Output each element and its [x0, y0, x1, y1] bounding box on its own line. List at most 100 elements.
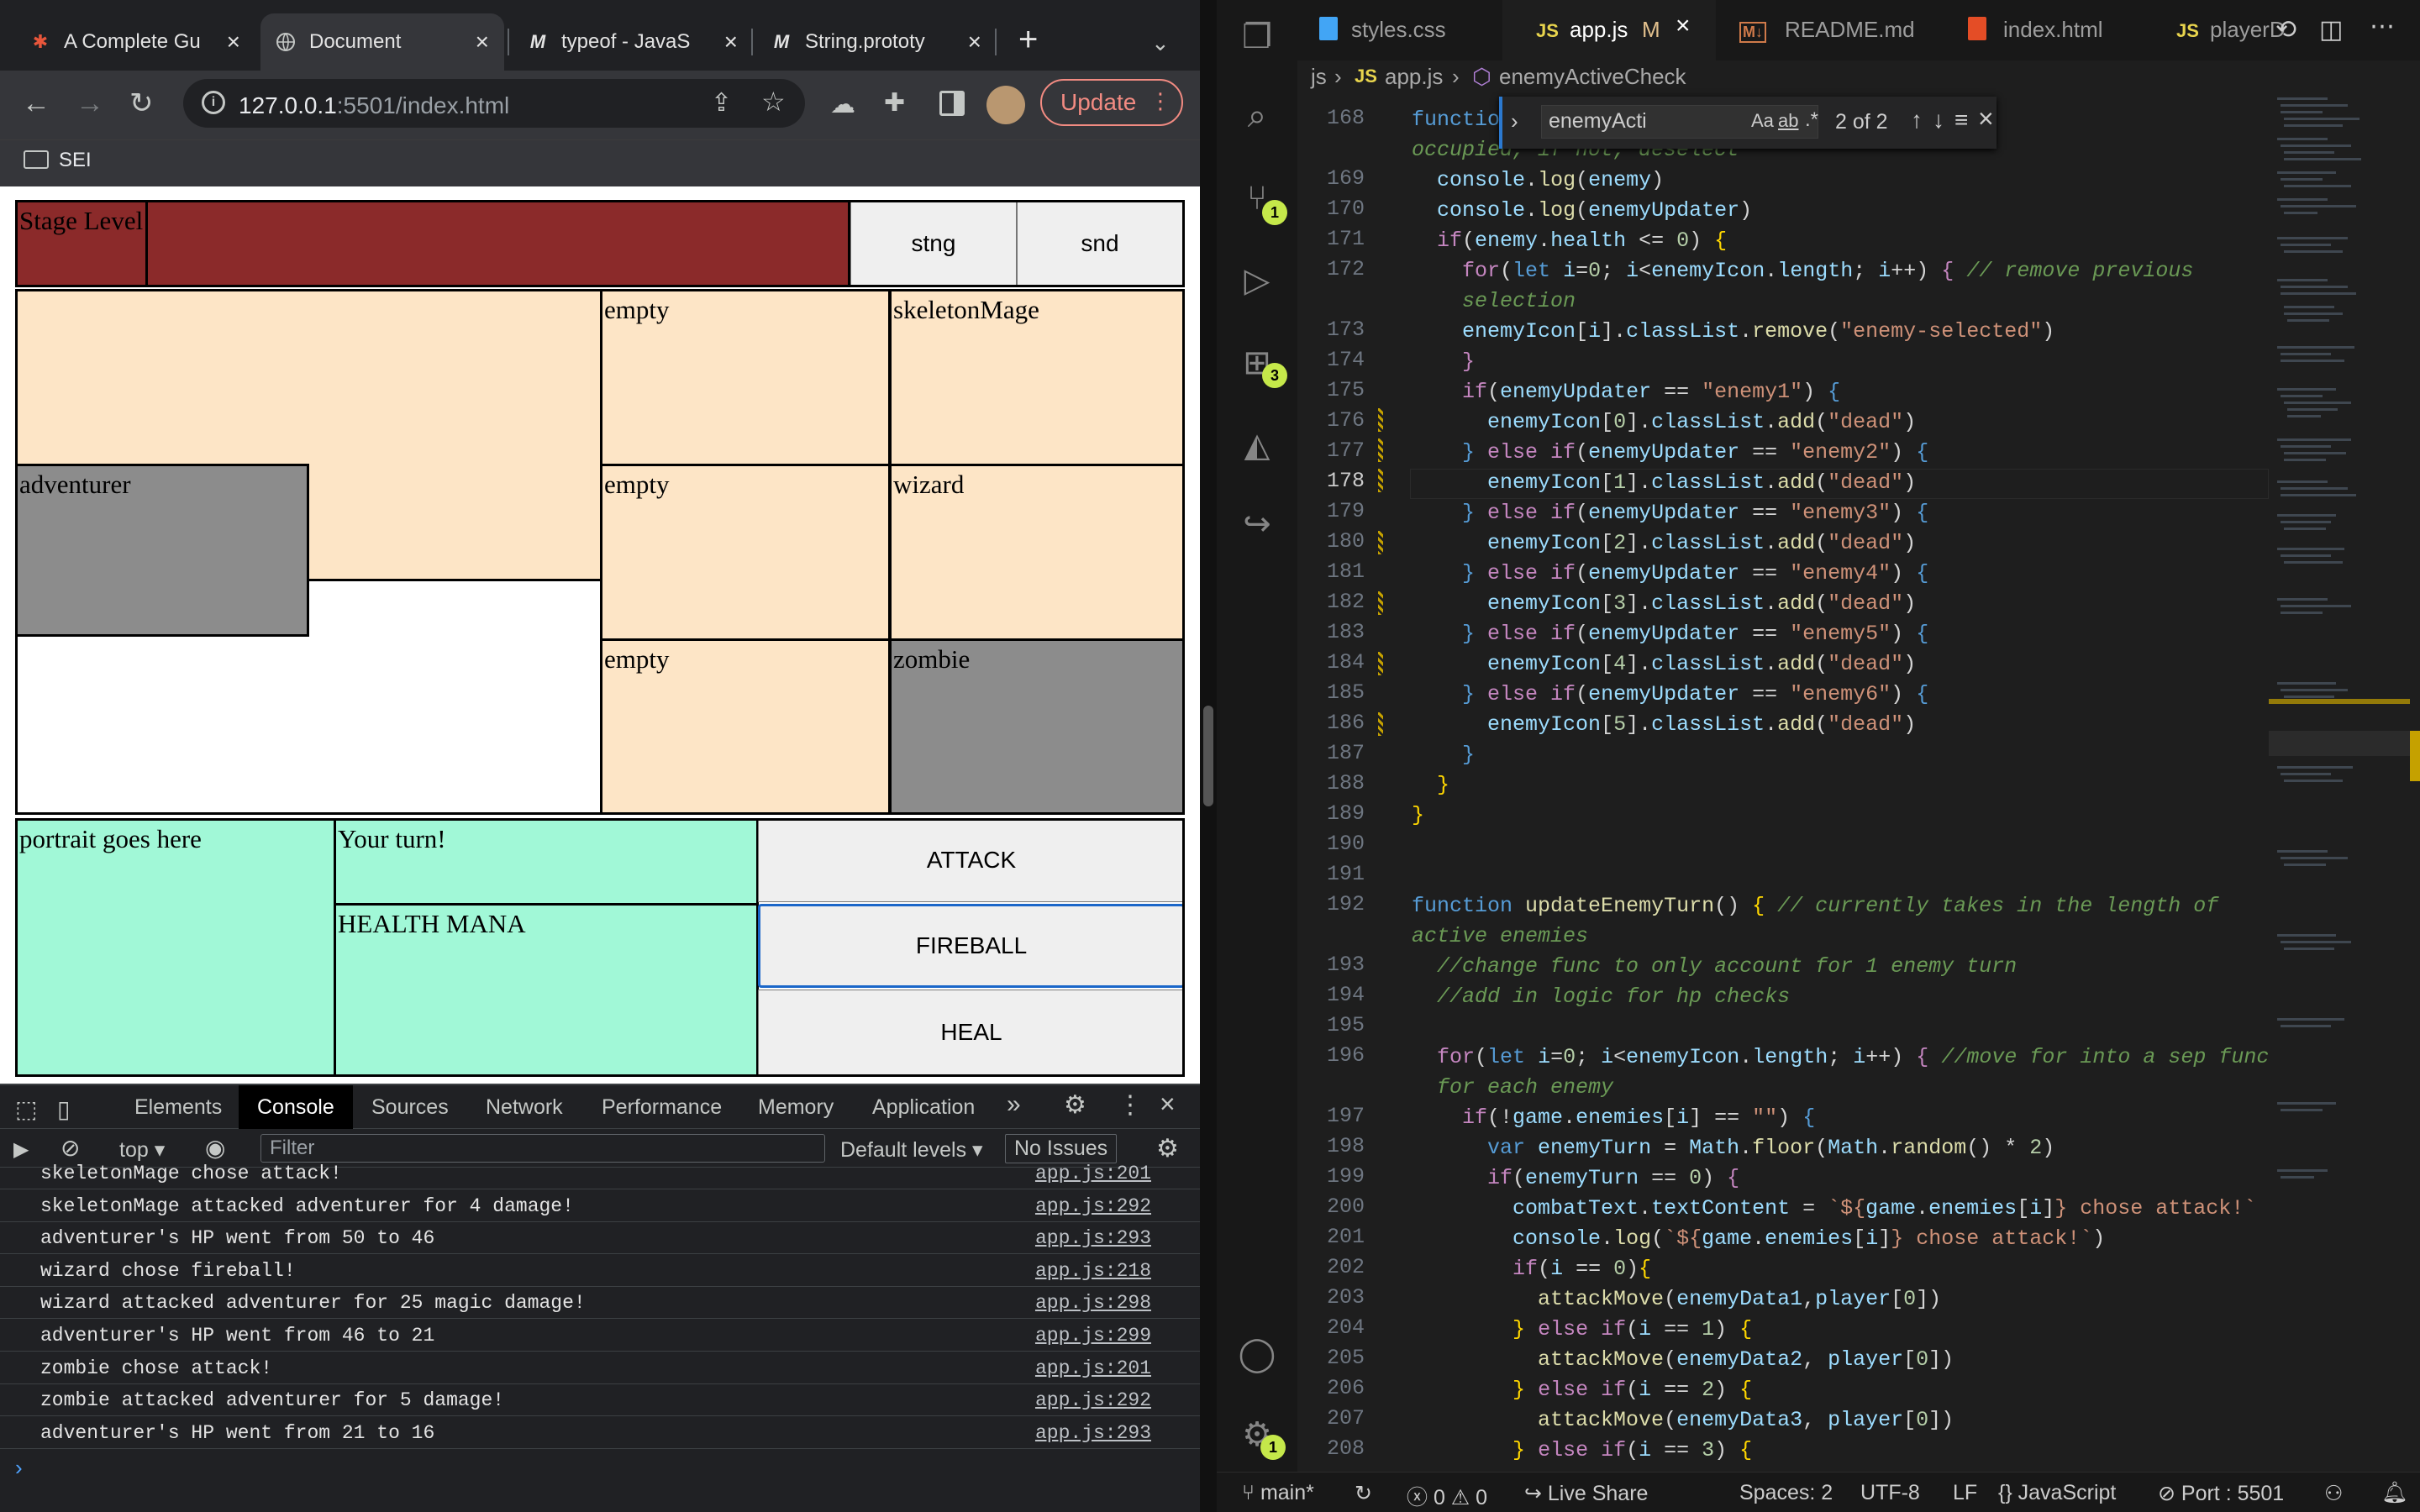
tab-sources[interactable]: Sources	[371, 1095, 449, 1120]
more-options-icon[interactable]: ⋮	[1118, 1090, 1143, 1120]
close-tab-icon[interactable]: ×	[968, 29, 981, 55]
compare-changes-icon[interactable]: ⟲	[2275, 15, 2296, 45]
bookmark-star-icon[interactable]: ☆	[761, 87, 786, 116]
enemy-slot-5[interactable]: empty	[600, 638, 891, 815]
browser-tab-typeof[interactable]: M typeof - JavaS ×	[513, 13, 753, 71]
enemy-slot-6[interactable]: zombie	[889, 638, 1185, 815]
settings-gear-icon[interactable]: ⚙	[1064, 1090, 1086, 1120]
port-status[interactable]: ⊘ Port : 5501	[2158, 1481, 2284, 1506]
tab-application[interactable]: Application	[872, 1095, 975, 1120]
enemy-slot-4[interactable]: wizard	[889, 464, 1185, 642]
explorer-files-icon[interactable]: ❐	[1237, 17, 1277, 57]
eol-status[interactable]: LF	[1953, 1481, 1977, 1505]
indentation-status[interactable]: Spaces: 2	[1739, 1481, 1833, 1505]
forward-arrow-icon[interactable]: →	[76, 89, 104, 118]
console-prompt-icon[interactable]: ›	[15, 1455, 23, 1481]
console-log-source-link[interactable]: app.js:292	[1035, 1195, 1151, 1217]
profile-avatar[interactable]	[986, 86, 1025, 124]
close-tab-icon[interactable]: ×	[476, 29, 489, 55]
search-icon[interactable]: ⌕	[1237, 96, 1277, 136]
accounts-status-icon[interactable]: ⚇	[2324, 1481, 2343, 1506]
regex-icon[interactable]: .*	[1805, 108, 1818, 132]
whole-word-icon[interactable]: ab	[1778, 110, 1798, 132]
code-line: console.log(`${game.enemies[i]} chose at…	[1512, 1226, 2106, 1251]
editor-tab-readme[interactable]: M↓ README.md	[1716, 0, 1948, 60]
run-debug-icon[interactable]: ▷	[1237, 260, 1277, 301]
browser-tab-string-prototype[interactable]: M String.prototy ×	[756, 13, 997, 71]
close-tab-icon[interactable]: ×	[724, 29, 738, 55]
console-log-source-link[interactable]: app.js:293	[1035, 1422, 1151, 1444]
enemy-slot-3[interactable]: empty	[600, 464, 891, 642]
encoding-status[interactable]: UTF-8	[1860, 1481, 1920, 1505]
split-editor-icon[interactable]: ◫	[2319, 15, 2343, 45]
live-share-icon[interactable]: ↪	[1237, 504, 1277, 544]
folder-icon	[24, 150, 49, 169]
live-share-status[interactable]: ↪ Live Share	[1524, 1481, 1648, 1506]
editor-tab-player[interactable]: JS playerD	[2163, 0, 2286, 60]
tab-memory[interactable]: Memory	[758, 1095, 834, 1120]
extensions-puzzle-icon[interactable]: ✚	[884, 89, 905, 118]
editor-tab-app-js[interactable]: JS app.js M ×	[1502, 0, 1716, 60]
fireball-button[interactable]: FIREBALL	[758, 904, 1185, 988]
close-tab-icon[interactable]: ×	[1676, 12, 1691, 40]
back-arrow-icon[interactable]: ←	[22, 89, 50, 118]
close-find-icon[interactable]: ×	[1978, 103, 1994, 134]
css-icon	[1319, 17, 1338, 40]
sync-icon[interactable]: ↻	[1355, 1481, 1372, 1506]
problems-status[interactable]: ⓧ 0 ⚠ 0	[1407, 1481, 1487, 1511]
tab-network[interactable]: Network	[486, 1095, 563, 1120]
inspect-element-icon[interactable]: ⬚	[15, 1095, 37, 1123]
console-log-source-link[interactable]: app.js:292	[1035, 1389, 1151, 1411]
more-actions-icon[interactable]: ⋯	[2370, 12, 2395, 41]
minimap[interactable]	[2269, 94, 2410, 1472]
console-log-source-link[interactable]: app.js:293	[1035, 1227, 1151, 1249]
match-case-icon[interactable]: Aa	[1751, 110, 1774, 132]
attack-button[interactable]: ATTACK	[758, 818, 1185, 902]
console-log-source-link[interactable]: app.js:218	[1035, 1260, 1151, 1282]
cloud-extension-icon[interactable]: ☁	[830, 91, 855, 119]
notifications-bell-icon[interactable]: 🔔︎	[2381, 1481, 2408, 1505]
editor-tab-styles-css[interactable]: styles.css	[1297, 0, 1502, 60]
update-button[interactable]: Update ⋮	[1040, 79, 1183, 126]
console-log-source-link[interactable]: app.js:201	[1035, 1163, 1151, 1184]
player-adventurer[interactable]: adventurer	[15, 464, 309, 637]
console-log-source-link[interactable]: app.js:299	[1035, 1325, 1151, 1347]
reload-icon[interactable]: ↻	[129, 89, 154, 118]
console-log-row: zombie attacked adventurer for 5 damage!…	[0, 1384, 1200, 1417]
next-match-arrow-icon[interactable]: ↓	[1933, 107, 1944, 134]
find-in-selection-icon[interactable]: ≡	[1954, 107, 1968, 134]
bookmark-folder-sei[interactable]: SEI	[24, 149, 92, 172]
enemy-slot-2[interactable]: skeletonMage	[889, 289, 1185, 467]
address-bar[interactable]: i 127.0.0.1:5501/index.html ⇪ ☆	[183, 79, 805, 128]
toggle-replace-chevron-icon[interactable]: ›	[1511, 108, 1518, 134]
more-tabs-chevron-icon[interactable]: »	[1007, 1090, 1021, 1119]
find-input[interactable]: enemyActi	[1541, 105, 1818, 139]
editor-tab-index-html[interactable]: index.html	[1948, 0, 2163, 60]
browser-tab-complete-guide[interactable]: ✱ A Complete Gu ×	[15, 13, 255, 71]
share-icon[interactable]: ⇪	[711, 89, 732, 118]
console-log-message: zombie chose attack!	[40, 1357, 273, 1379]
branch-status[interactable]: ⑂ main*	[1242, 1481, 1314, 1505]
accounts-icon[interactable]: ◯	[1237, 1334, 1277, 1374]
tab-performance[interactable]: Performance	[602, 1095, 722, 1120]
close-tab-icon[interactable]: ×	[227, 29, 240, 55]
enemy-slot-1[interactable]: empty	[600, 289, 891, 467]
close-devtools-icon[interactable]: ×	[1160, 1089, 1176, 1120]
device-toolbar-icon[interactable]: ▯	[57, 1095, 70, 1123]
azure-icon[interactable]: ◭	[1237, 425, 1277, 465]
console-log-source-link[interactable]: app.js:298	[1035, 1292, 1151, 1314]
tab-elements[interactable]: Elements	[134, 1095, 222, 1120]
tab-console[interactable]: Console	[239, 1085, 353, 1129]
tab-search-chevron-icon[interactable]: ⌄	[1151, 29, 1170, 57]
heal-button[interactable]: HEAL	[758, 990, 1185, 1075]
divider-handle[interactable]	[1203, 706, 1213, 806]
browser-tab-document[interactable]: Document ×	[260, 13, 504, 71]
code-line: if(enemy.health <= 0) {	[1437, 228, 1728, 253]
new-tab-icon[interactable]: +	[1018, 23, 1038, 56]
side-panel-icon[interactable]	[939, 91, 965, 116]
language-status[interactable]: {} JavaScript	[1998, 1481, 2116, 1505]
asterisk-icon: ✱	[32, 31, 49, 52]
previous-match-arrow-icon[interactable]: ↑	[1911, 107, 1923, 134]
console-log-source-link[interactable]: app.js:201	[1035, 1357, 1151, 1379]
site-info-icon[interactable]: i	[202, 91, 225, 114]
